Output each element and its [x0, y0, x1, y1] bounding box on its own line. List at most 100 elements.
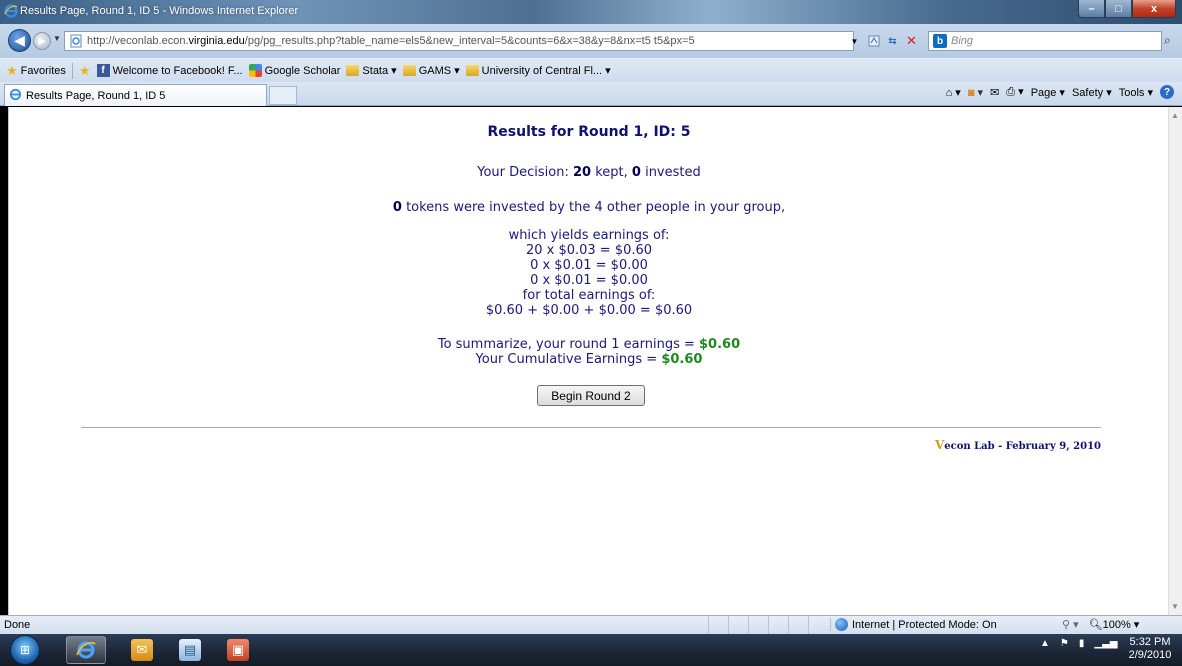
action-center-flag-icon[interactable]: ⚑	[1060, 638, 1069, 649]
taskbar-internet-explorer[interactable]	[66, 636, 106, 664]
tab-row: Results Page, Round 1, ID 5 ⌂ ▾ ◙ ▾ ✉ ⎙ …	[0, 82, 1182, 106]
status-cell	[768, 616, 788, 635]
favorite-label: Stata ▾	[362, 65, 397, 77]
recent-pages-dropdown-icon[interactable]: ▼	[53, 34, 61, 43]
scroll-down-icon[interactable]: ▼	[1171, 602, 1179, 611]
mail-icon[interactable]: ✉	[990, 86, 999, 99]
status-cell	[728, 616, 748, 635]
favorite-facebook[interactable]: f Welcome to Facebook! F...	[96, 64, 243, 77]
tools-menu[interactable]: Tools ▾	[1119, 86, 1153, 99]
invested-value: 0	[631, 165, 641, 180]
window-titlebar[interactable]: Results Page, Round 1, ID 5 - Windows In…	[0, 0, 1182, 24]
group-investment-line: 0 tokens were invested by the 4 other pe…	[9, 200, 1169, 215]
favorite-folder-gams[interactable]: GAMS ▾	[402, 64, 460, 77]
summary-block: To summarize, your round 1 earnings = $0…	[9, 337, 1169, 367]
taskbar-outlook[interactable]: ✉	[122, 636, 162, 664]
status-cell	[808, 616, 828, 635]
calc-line: 0 x $0.01 = $0.00	[530, 258, 648, 273]
cumulative-earnings-line: Your Cumulative Earnings = $0.60	[9, 352, 1169, 367]
url-prefix: http://veconlab.econ.	[87, 35, 189, 47]
start-button[interactable]: ⊞	[10, 635, 40, 665]
favorite-folder-stata[interactable]: Stata ▾	[346, 64, 397, 77]
home-icon[interactable]: ⌂ ▾	[946, 86, 961, 99]
taskbar-powerpoint[interactable]: ▣	[218, 636, 258, 664]
folder-icon	[465, 65, 479, 76]
show-hidden-icons[interactable]: ▲	[1040, 638, 1050, 649]
network-signal-icon[interactable]: ▁▃▅	[1094, 638, 1117, 649]
address-url[interactable]: http://veconlab.econ.virginia.edu/pg/pg_…	[87, 35, 695, 47]
divider	[71, 62, 73, 79]
close-window-button[interactable]: x	[1132, 0, 1176, 18]
earnings-calculation: which yields earnings of: 20 x $0.03 = $…	[9, 228, 1169, 318]
compatibility-view-icon[interactable]	[865, 33, 882, 50]
search-placeholder: Bing	[951, 35, 974, 47]
refresh-icon[interactable]: ⇆	[884, 33, 901, 50]
back-button[interactable]: ◀	[8, 29, 31, 52]
status-text: Done	[4, 619, 31, 631]
scroll-up-icon[interactable]: ▲	[1171, 111, 1179, 120]
url-domain: virginia.edu	[188, 35, 245, 47]
tab-results-page[interactable]: Results Page, Round 1, ID 5	[4, 84, 267, 106]
search-icon[interactable]: ⌕	[1164, 33, 1171, 48]
print-icon[interactable]: ⎙ ▾	[1006, 85, 1023, 99]
clock[interactable]: 5:32 PM 2/9/2010	[1122, 636, 1178, 662]
system-tray: ▲ ⚑ ▮ ▁▃▅	[1040, 638, 1117, 649]
bing-icon: b	[933, 34, 947, 48]
zoom-level: 100%	[1102, 619, 1131, 631]
facebook-icon: f	[96, 64, 110, 77]
safety-menu[interactable]: Safety ▾	[1072, 86, 1112, 99]
powerpoint-icon: ▣	[227, 639, 249, 661]
new-tab-button[interactable]	[269, 86, 297, 105]
zoom-control[interactable]: 🔍︎100% ▾	[1089, 618, 1140, 631]
folder-icon	[346, 65, 360, 76]
address-dropdown-icon[interactable]: ▼	[846, 33, 863, 50]
protected-mode-icon[interactable]: ⚲ ▾	[1062, 618, 1079, 631]
page-icon	[69, 34, 83, 48]
url-path: /pg/pg_results.php?table_name=els5&new_i…	[244, 35, 695, 47]
taskbar-explorer[interactable]: ▤	[170, 636, 210, 664]
help-icon[interactable]: ?	[1160, 85, 1174, 99]
page-content: Results for Round 1, ID: 5 Your Decision…	[8, 107, 1168, 615]
windows-logo-icon: ⊞	[19, 643, 31, 657]
calc-line: 0 x $0.01 = $0.00	[530, 273, 648, 288]
forward-arrow-icon: ▶	[38, 35, 46, 47]
calc-line: which yields earnings of:	[508, 228, 670, 243]
stop-icon[interactable]: ✕	[903, 33, 920, 50]
begin-next-round-button[interactable]: Begin Round 2	[537, 385, 645, 406]
favorites-star-icon: ★	[6, 62, 18, 78]
folder-icon	[402, 65, 416, 76]
forward-button[interactable]: ▶	[33, 32, 51, 50]
status-cell	[748, 616, 768, 635]
file-explorer-icon: ▤	[179, 639, 201, 661]
summary-prefix: To summarize, your round 1 earnings =	[437, 337, 700, 352]
google-scholar-icon	[248, 64, 262, 77]
minimize-button[interactable]: –	[1078, 0, 1105, 18]
veconlab-footer: Vecon Lab - February 9, 2010	[751, 438, 1101, 452]
kept-label: kept,	[591, 165, 632, 180]
favorites-label: Favorites	[20, 64, 66, 77]
favorites-button[interactable]: ★ Favorites	[6, 63, 66, 79]
calc-line: 20 x $0.03 = $0.60	[525, 243, 653, 258]
invested-label: invested	[640, 165, 701, 180]
internet-explorer-icon	[75, 639, 97, 661]
zone-label: Internet | Protected Mode: On	[852, 618, 997, 631]
battery-icon[interactable]: ▮	[1079, 638, 1085, 649]
cumulative-earnings-value: $0.60	[661, 352, 703, 367]
footer-v: V	[934, 438, 945, 452]
footer-text: econ Lab - February 9, 2010	[944, 441, 1101, 452]
security-zone[interactable]: Internet | Protected Mode: On	[830, 618, 997, 631]
add-favorites-icon[interactable]: ★	[79, 63, 91, 79]
feeds-icon[interactable]: ◙ ▾	[968, 86, 983, 99]
outlook-icon: ✉	[131, 639, 153, 661]
status-cell	[788, 616, 808, 635]
clock-time: 5:32 PM	[1129, 636, 1171, 648]
search-box[interactable]: b Bing	[928, 31, 1162, 51]
address-bar[interactable]: http://veconlab.econ.virginia.edu/pg/pg_…	[64, 31, 854, 51]
favorite-label: GAMS ▾	[418, 65, 460, 77]
maximize-button[interactable]: □	[1105, 0, 1132, 18]
favorite-google-scholar[interactable]: Google Scholar	[248, 64, 340, 77]
round-earnings-line: To summarize, your round 1 earnings = $0…	[9, 337, 1169, 352]
vertical-scrollbar[interactable]: ▲ ▼	[1168, 107, 1182, 615]
favorite-folder-ucf[interactable]: University of Central Fl... ▾	[465, 64, 611, 77]
page-menu[interactable]: Page ▾	[1031, 86, 1065, 99]
